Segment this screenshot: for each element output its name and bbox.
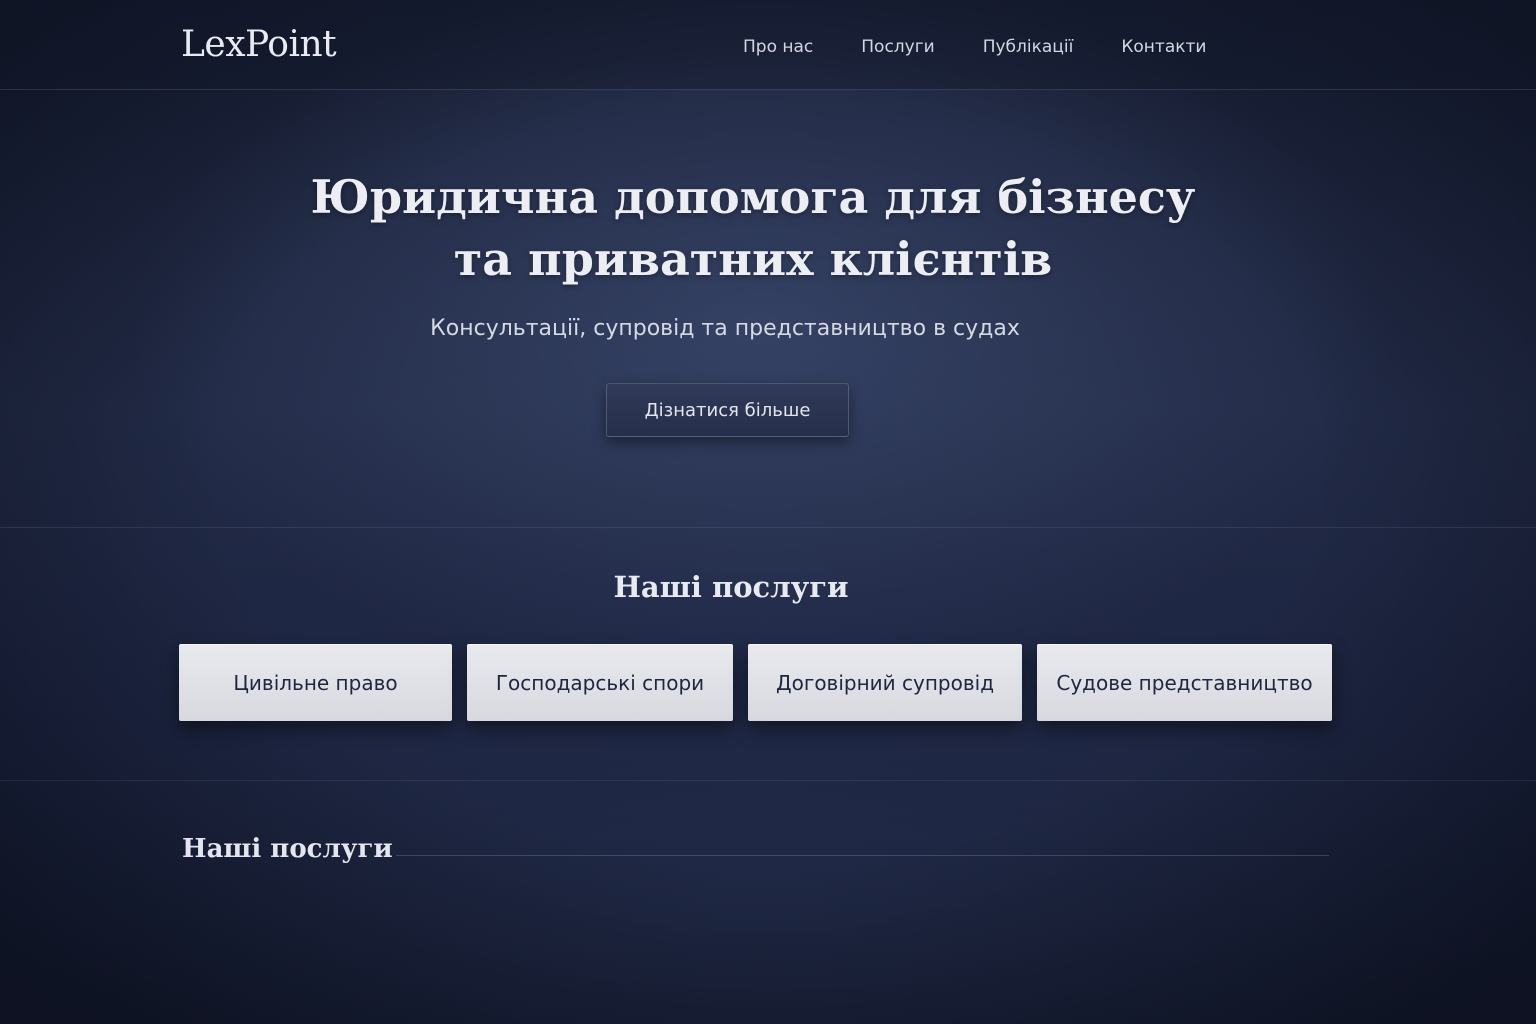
service-card-contract-support[interactable]: Договірний супровід — [748, 644, 1022, 721]
service-card-civil-law[interactable]: Цивільне право — [179, 644, 452, 721]
services-title: Наші послуги — [613, 570, 849, 604]
section2-rule — [396, 855, 1329, 856]
nav-link-services[interactable]: Послуги — [861, 37, 934, 57]
main-nav: Про нас Послуги Публікації Контакти — [743, 37, 1206, 57]
learn-more-button[interactable]: Дізнатися більше — [606, 383, 849, 437]
service-card-commercial-disputes[interactable]: Господарські спори — [467, 644, 733, 721]
nav-link-contacts[interactable]: Контакти — [1121, 37, 1206, 57]
nav-link-about[interactable]: Про нас — [743, 37, 813, 57]
hero-title: Юридична допомога для бізнесу та приватн… — [300, 166, 1206, 290]
section-divider-2 — [0, 780, 1536, 781]
hero-title-line-1: Юридична допомога для бізнесу — [310, 170, 1196, 224]
services-cards: Цивільне право Господарські спори Догові… — [0, 644, 1536, 722]
background-vignette — [0, 0, 1536, 1024]
nav-link-publications[interactable]: Публікації — [983, 37, 1074, 57]
site-header: LexPoint Про нас Послуги Публікації Конт… — [0, 0, 1536, 90]
section-divider — [0, 527, 1536, 528]
hero-title-line-2: та приватних клієнтів — [453, 232, 1053, 286]
hero-subtitle: Консультації, супровід та представництво… — [430, 316, 1020, 341]
section2-title: Наші послуги — [182, 834, 393, 864]
service-card-court-representation[interactable]: Судове представництво — [1037, 644, 1332, 721]
logo[interactable]: LexPoint — [181, 24, 337, 65]
